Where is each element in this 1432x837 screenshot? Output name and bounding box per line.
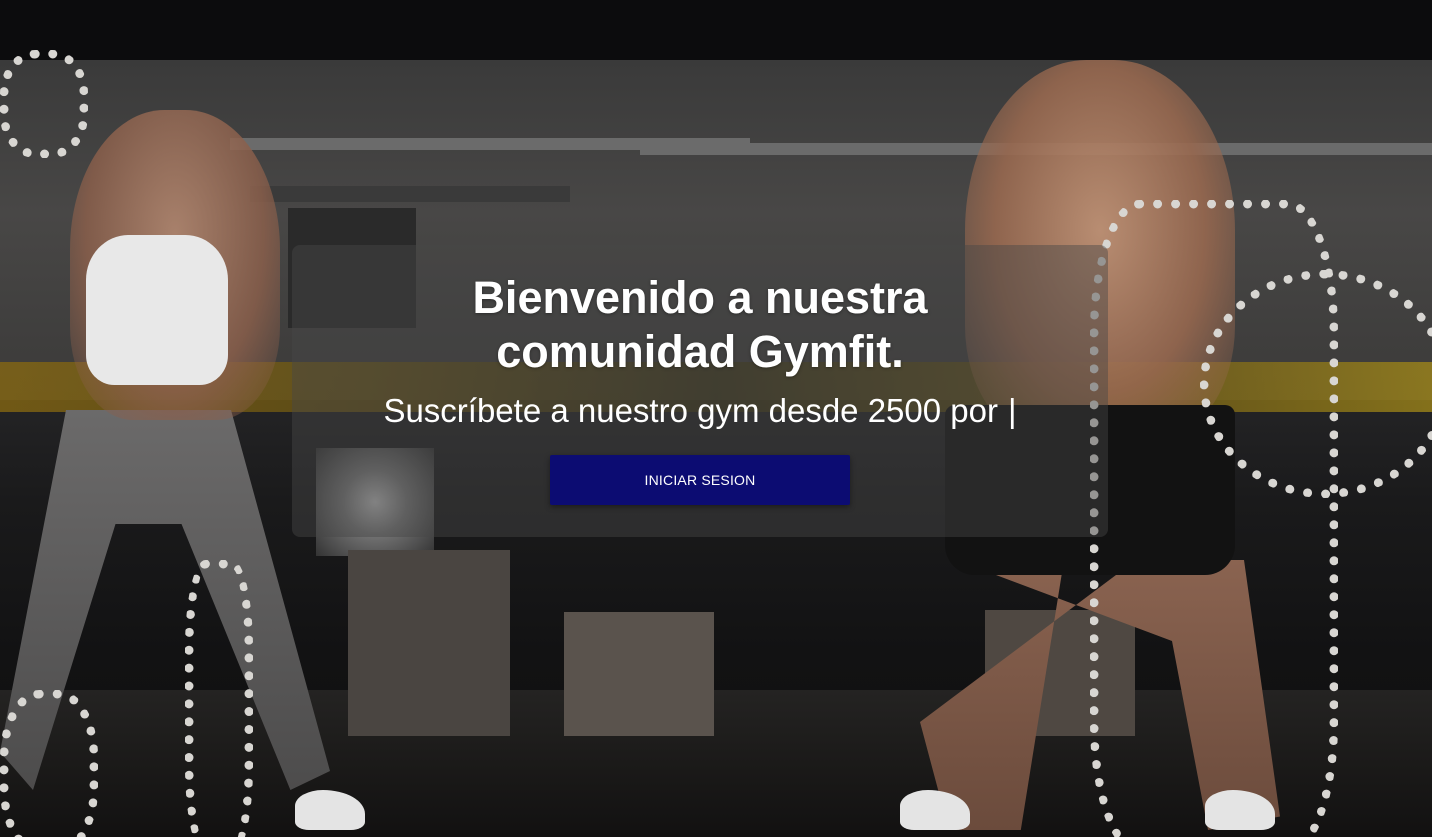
welcome-title: Bienvenido a nuestra comunidad Gymfit. [472, 272, 928, 377]
plyo-box [564, 612, 714, 736]
typing-cursor: | [1007, 392, 1017, 429]
plyo-box [348, 550, 510, 736]
battle-rope [0, 690, 98, 837]
welcome-panel: Bienvenido a nuestra comunidad Gymfit. S… [292, 245, 1108, 537]
battle-rope [0, 50, 88, 158]
ceiling-beam [250, 186, 570, 202]
subtitle-text: Suscríbete a nuestro gym desde 2500 por [383, 392, 998, 429]
login-button[interactable]: INICIAR SESION [550, 455, 850, 505]
hero-section: Bienvenido a nuestra comunidad Gymfit. S… [0, 0, 1432, 837]
ceiling [0, 0, 1432, 60]
athlete-left-top [86, 235, 228, 385]
subscription-subtitle: Suscríbete a nuestro gym desde 2500 por | [383, 391, 1016, 431]
battle-rope [1200, 270, 1432, 498]
battle-rope [185, 560, 253, 837]
